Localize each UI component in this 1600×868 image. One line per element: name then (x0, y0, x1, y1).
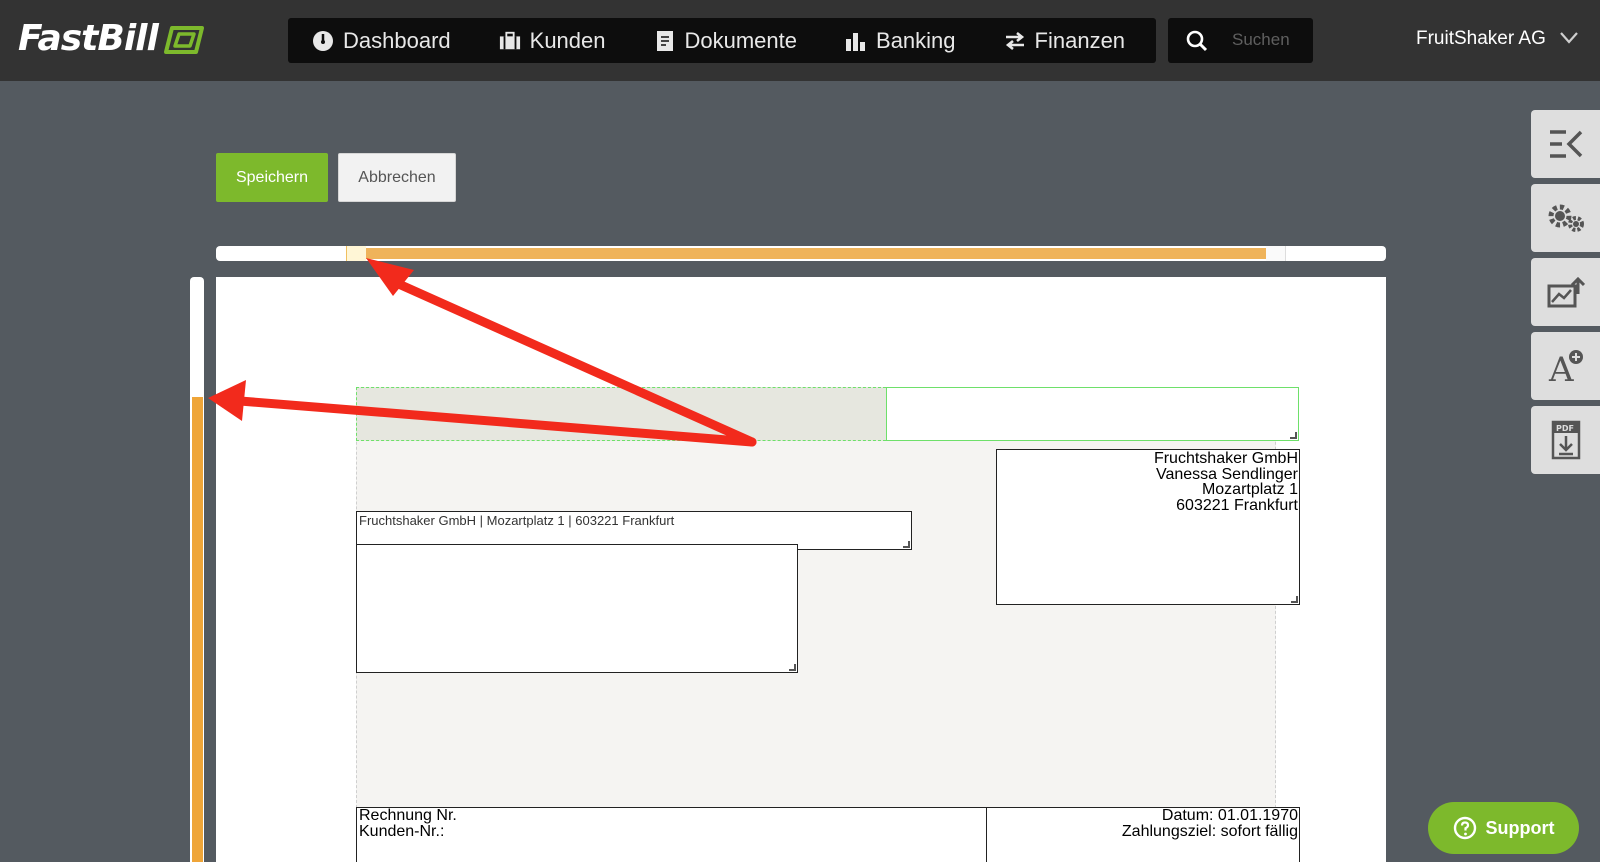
sender-address-box[interactable]: Fruchtshaker GmbH Vanessa Sendlinger Moz… (996, 449, 1300, 605)
address-line: Vanessa Sendlinger (1155, 465, 1298, 483)
invoice-number-label: Rechnung Nr. (359, 807, 457, 824)
fastbill-logo[interactable]: FastBill (18, 18, 159, 59)
ruler-left-margin-handle[interactable] (346, 246, 366, 261)
search-icon (1186, 30, 1208, 52)
support-button[interactable]: Support (1428, 802, 1579, 854)
chevron-down-icon[interactable] (1560, 32, 1578, 44)
recipient-address-box[interactable] (356, 544, 798, 673)
vertical-ruler[interactable] (190, 277, 204, 868)
image-upload-button[interactable] (1531, 258, 1600, 326)
collapse-panel-icon (1549, 130, 1582, 158)
search-placeholder: Suchen (1232, 30, 1290, 49)
resize-handle-icon[interactable] (1290, 432, 1297, 439)
search-input[interactable]: Suchen (1168, 18, 1313, 63)
vertical-ruler-content-range (192, 397, 203, 868)
nav-label-kunden: Kunden (529, 27, 606, 53)
nav-label-dashboard: Dashboard (343, 27, 451, 53)
ruler-right-margin-handle[interactable] (1266, 246, 1286, 261)
address-line: Fruchtshaker GmbH (1153, 450, 1298, 467)
invoice-info-left[interactable]: Rechnung Nr. Kunden-Nr.: (356, 807, 986, 868)
nav-item-dashboard[interactable]: Dashboard (288, 18, 451, 63)
settings-button[interactable] (1531, 184, 1600, 252)
address-line: Mozartplatz 1 (1201, 481, 1298, 498)
address-line: 603221 Frankfurt (1176, 496, 1298, 514)
cancel-button[interactable]: Abbrechen (338, 153, 456, 202)
invoice-date: Datum: 01.01.1970 (1161, 807, 1298, 824)
nav-label-dokumente: Dokumente (684, 27, 798, 53)
horizontal-ruler[interactable] (216, 246, 1386, 261)
nav-item-dokumente[interactable]: Dokumente (606, 18, 798, 63)
bar-chart-icon (845, 30, 867, 52)
horizontal-ruler-content-range (366, 248, 1266, 259)
settings-gears-icon (1548, 204, 1584, 232)
nav-item-banking[interactable]: Banking (797, 18, 956, 63)
customer-number-label: Kunden-Nr.: (359, 822, 445, 840)
header-zone[interactable] (356, 387, 886, 441)
briefcase-icon (499, 30, 521, 52)
invoice-info-right[interactable]: Datum: 01.01.1970 Zahlungsziel: sofort f… (986, 807, 1300, 868)
payment-terms: Zahlungsziel: sofort fällig (1121, 822, 1298, 840)
pdf-download-icon: PDF (1551, 420, 1580, 460)
svg-text:PDF: PDF (1556, 424, 1574, 433)
top-navigation-bar: FastBill Dashboard Kunden Dokumente Bank… (0, 0, 1600, 81)
help-circle-icon (1453, 816, 1476, 840)
image-upload-icon (1547, 276, 1585, 308)
resize-handle-icon[interactable] (903, 541, 910, 548)
add-font-icon: A (1548, 350, 1583, 384)
document-icon (654, 30, 676, 52)
pdf-download-button[interactable]: PDF (1531, 406, 1600, 474)
transfer-arrows-icon (1004, 30, 1026, 52)
company-switcher[interactable]: FruitShaker AG (1416, 28, 1546, 50)
nav-label-finanzen: Finanzen (1034, 27, 1126, 53)
main-nav: Dashboard Kunden Dokumente Banking Finan… (288, 18, 1156, 63)
fastbill-logo-mark-icon (164, 26, 204, 54)
dashboard-gauge-icon (312, 30, 334, 52)
support-label: Support (1485, 817, 1555, 838)
resize-handle-icon[interactable] (1291, 596, 1298, 603)
collapse-panel-button[interactable] (1531, 110, 1600, 178)
document-page: Fruchtshaker GmbH Vanessa Sendlinger Moz… (216, 277, 1386, 868)
header-text-box[interactable] (886, 387, 1299, 441)
sender-line-text: Fruchtshaker GmbH | Mozartplatz 1 | 6032… (359, 513, 675, 528)
bottom-edge (0, 862, 1600, 868)
nav-item-finanzen[interactable]: Finanzen (956, 18, 1126, 63)
save-button[interactable]: Speichern (216, 153, 328, 202)
nav-label-banking: Banking (876, 27, 956, 53)
resize-handle-icon[interactable] (789, 664, 796, 671)
add-font-button[interactable]: A (1531, 332, 1600, 400)
nav-item-kunden[interactable]: Kunden (451, 18, 606, 63)
